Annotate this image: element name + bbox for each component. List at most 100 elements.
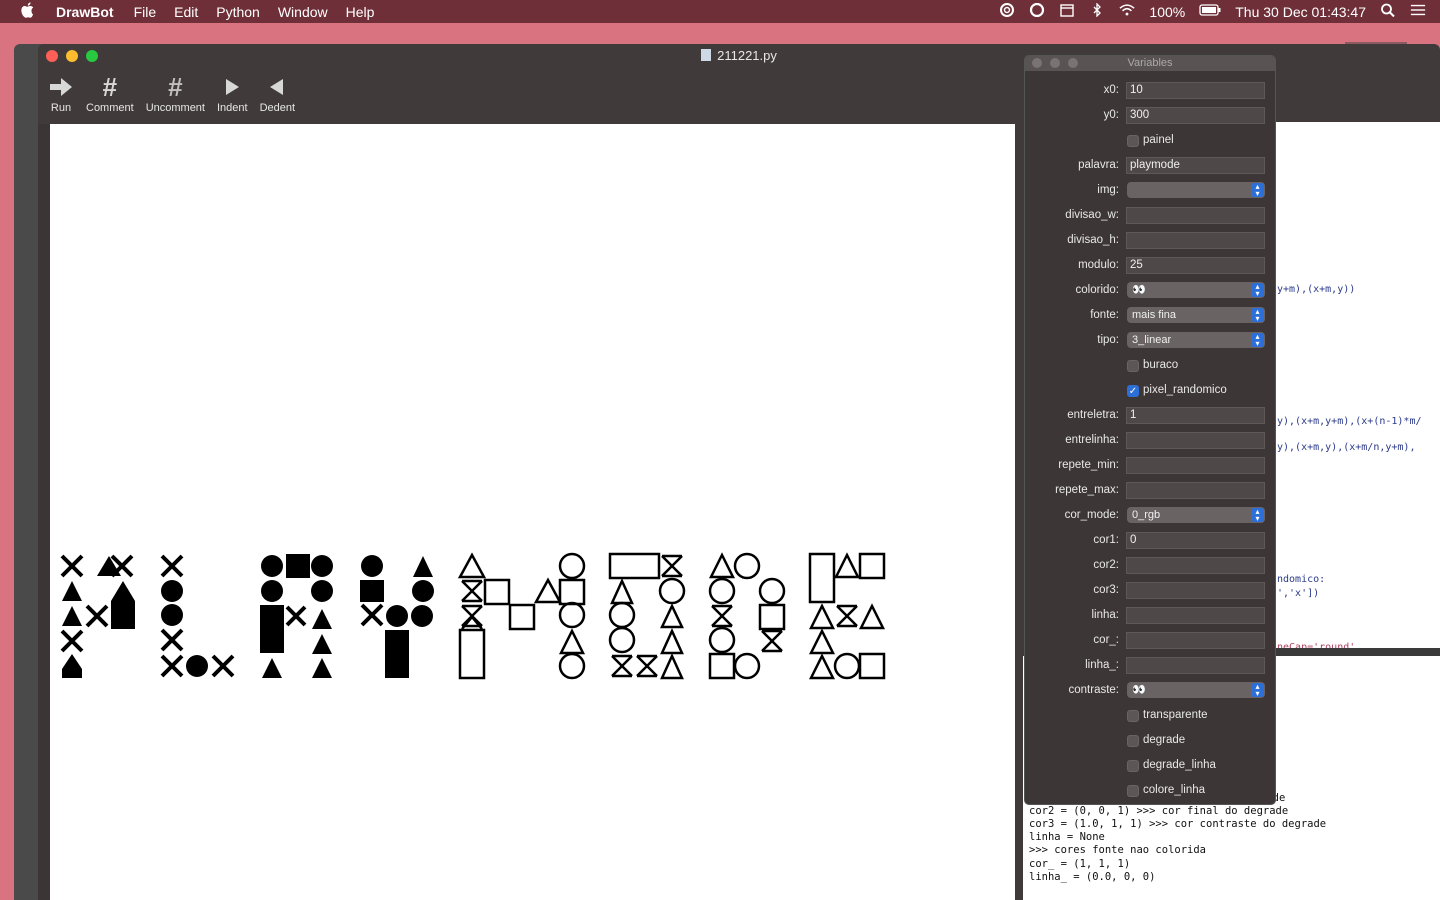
linha-label: linha_: — [1085, 659, 1119, 671]
code-line: ','x']) — [1277, 588, 1320, 599]
buraco-checkbox[interactable] — [1127, 360, 1139, 372]
menu-edit[interactable]: Edit — [174, 4, 198, 20]
comment-button[interactable]: # Comment — [86, 72, 134, 120]
var-row-img: img: ▴ ▾ — [1025, 181, 1275, 201]
console-line: cor2 = (0, 0, 1) >>> cor final do degrad… — [1029, 805, 1289, 817]
chevron-updown-icon: ▴ ▾ — [1251, 183, 1264, 198]
console-line: cor_ = (1, 1, 1) — [1029, 858, 1131, 870]
menu-window[interactable]: Window — [278, 4, 328, 20]
glyph-a — [260, 554, 333, 678]
status-area: 100% Thu 30 Dec 01:43:47 — [999, 0, 1440, 23]
entreletra-input[interactable]: 1 — [1126, 407, 1265, 424]
creative-cloud-icon[interactable] — [999, 3, 1015, 20]
cor-mode-label: cor_mode: — [1064, 509, 1119, 521]
var-row-colore-linha: colore_linha — [1025, 781, 1275, 801]
repete-max-input[interactable] — [1126, 482, 1265, 499]
tipo-select[interactable]: 3_linear ▴ ▾ — [1127, 332, 1265, 348]
cor-input[interactable] — [1126, 632, 1265, 649]
window-title-text: 211221.py — [717, 48, 777, 63]
cor3-input[interactable] — [1126, 582, 1265, 599]
colorido-select[interactable]: 👀 ▴ ▾ — [1127, 282, 1265, 298]
palavra-label: palavra: — [1078, 159, 1119, 171]
variables-titlebar[interactable]: Variables — [1025, 56, 1275, 71]
divisao-w-input[interactable] — [1126, 207, 1265, 224]
menu-file[interactable]: File — [134, 4, 157, 20]
pixel-randomico-label: pixel_randomico — [1143, 384, 1227, 396]
cor-mode-select-value: 0_rgb — [1132, 509, 1161, 521]
entrelinha-label: entrelinha: — [1065, 434, 1119, 446]
pixel-randomico-checkbox[interactable]: ✓ — [1127, 385, 1139, 397]
cor1-label: cor1: — [1093, 534, 1119, 546]
dedent-button[interactable]: Dedent — [260, 72, 295, 120]
wifi-icon[interactable] — [1119, 3, 1136, 20]
battery-icon[interactable] — [1199, 3, 1221, 20]
run-button[interactable]: Run — [48, 72, 74, 120]
painel-checkbox[interactable] — [1127, 135, 1139, 147]
var-row-divisao-w: divisao_w: — [1025, 206, 1275, 226]
chevron-updown-icon: ▴ ▾ — [1251, 508, 1264, 523]
var-row-modulo: modulo: 25 — [1025, 256, 1275, 276]
clock[interactable]: Thu 30 Dec 01:43:47 — [1235, 4, 1366, 20]
code-line: y),(x+m,y),(x+m/n,y+m), — [1277, 442, 1416, 453]
var-row-pixel-randomico: ✓ pixel_randomico — [1025, 381, 1275, 401]
uncomment-button[interactable]: # Uncomment — [146, 72, 205, 120]
img-label: img: — [1097, 184, 1119, 196]
calendar-icon[interactable] — [1059, 3, 1075, 20]
cor-mode-select[interactable]: 0_rgb ▴ ▾ — [1127, 507, 1265, 523]
close-panel-button[interactable] — [1032, 58, 1042, 68]
transparente-checkbox[interactable] — [1127, 710, 1139, 722]
linha-input[interactable] — [1126, 607, 1265, 624]
battery-percent: 100% — [1149, 3, 1186, 20]
img-select[interactable]: ▴ ▾ — [1127, 182, 1265, 198]
repete-min-input[interactable] — [1126, 457, 1265, 474]
degrade-linha-label: degrade_linha — [1143, 759, 1216, 771]
var-row-fonte: fonte: mais fina ▴ ▾ — [1025, 306, 1275, 326]
minimize-panel-button[interactable] — [1050, 58, 1060, 68]
menu-python[interactable]: Python — [216, 4, 260, 20]
indent-triangle-icon — [224, 72, 240, 102]
contraste-select-value: 👀 — [1132, 684, 1146, 696]
spotlight-search-icon[interactable] — [1380, 3, 1396, 20]
fonte-select-value: mais fina — [1132, 309, 1177, 321]
menubar: DrawBot File Edit Python Window Help 100… — [0, 0, 1440, 23]
chevron-updown-icon: ▴ ▾ — [1251, 333, 1264, 348]
y0-input[interactable]: 300 — [1126, 107, 1265, 124]
ring-icon[interactable] — [1029, 3, 1045, 20]
var-row-x0: x0: 10 — [1025, 81, 1275, 101]
playmode-drawing — [60, 552, 886, 680]
run-arrow-icon — [48, 72, 74, 102]
glyph-y — [360, 555, 434, 678]
degrade-label: degrade — [1143, 734, 1186, 746]
chevron-updown-icon: ▴ ▾ — [1251, 308, 1264, 323]
x0-input[interactable]: 10 — [1126, 82, 1265, 99]
cor2-input[interactable] — [1126, 557, 1265, 574]
bluetooth-icon[interactable] — [1089, 3, 1105, 20]
fonte-label: fonte: — [1090, 309, 1119, 321]
cor-label: cor_: — [1093, 634, 1119, 646]
fonte-select[interactable]: mais fina ▴ ▾ — [1127, 307, 1265, 323]
modulo-input[interactable]: 25 — [1126, 257, 1265, 274]
drawing-canvas[interactable] — [50, 124, 1015, 900]
palavra-input[interactable]: playmode — [1126, 157, 1265, 174]
buraco-label: buraco — [1143, 359, 1179, 371]
divisao-h-input[interactable] — [1126, 232, 1265, 249]
app-menu[interactable]: DrawBot — [56, 4, 114, 20]
var-row-entrelinha: entrelinha: — [1025, 431, 1275, 451]
uncomment-label: Uncomment — [145, 102, 205, 114]
degrade-checkbox[interactable] — [1127, 735, 1139, 747]
zoom-panel-button[interactable] — [1068, 58, 1078, 68]
degrade-linha-checkbox[interactable] — [1127, 760, 1139, 772]
entrelinha-input[interactable] — [1126, 432, 1265, 449]
python-file-icon — [701, 49, 712, 61]
cor1-input[interactable]: 0 — [1126, 532, 1265, 549]
code-line: ndomico: — [1277, 574, 1326, 585]
contraste-select[interactable]: 👀 ▴ ▾ — [1127, 682, 1265, 698]
indent-button[interactable]: Indent — [217, 72, 248, 120]
code-editor[interactable]: y+m),(x+m,y)) y),(x+m,y+m),(x+(n-1)*m/ y… — [1275, 122, 1440, 653]
colore-linha-checkbox[interactable] — [1127, 785, 1139, 797]
linha-input[interactable] — [1126, 657, 1265, 674]
notification-center-icon[interactable] — [1410, 3, 1426, 20]
colore-linha-label: colore_linha — [1143, 784, 1206, 796]
apple-menu-icon[interactable] — [0, 1, 56, 22]
menu-help[interactable]: Help — [346, 4, 375, 20]
